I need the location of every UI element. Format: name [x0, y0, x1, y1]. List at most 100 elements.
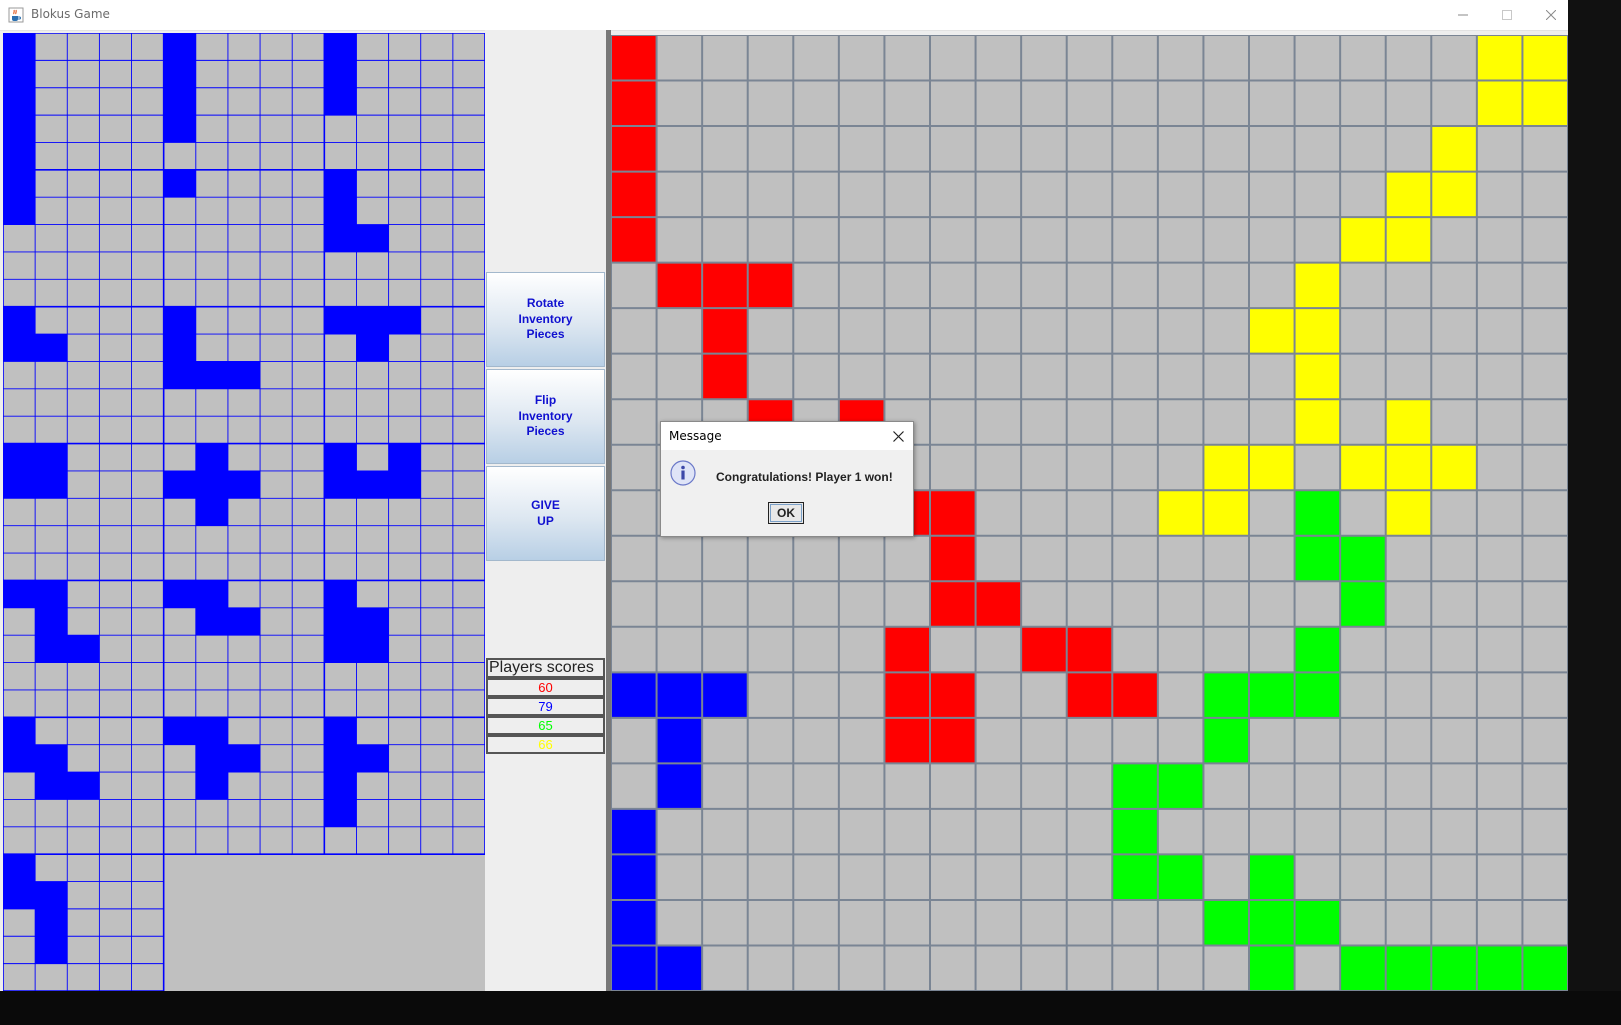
board-cell-yellow[interactable] — [1203, 444, 1249, 491]
board-cell-red[interactable] — [975, 581, 1022, 627]
inventory-cell[interactable] — [356, 607, 389, 636]
inventory-cell[interactable] — [324, 33, 357, 61]
inventory-cell[interactable] — [324, 443, 357, 471]
board-cell-yellow[interactable] — [1294, 262, 1341, 309]
inventory-cell[interactable] — [3, 306, 36, 335]
board-cell-red[interactable] — [930, 535, 976, 582]
inventory-cell[interactable] — [227, 607, 261, 636]
inventory-cell[interactable] — [356, 306, 389, 335]
board-cell-yellow[interactable] — [1476, 80, 1523, 127]
inventory-cell[interactable] — [3, 443, 36, 471]
board-cell-red[interactable] — [884, 717, 930, 764]
board-cell-green[interactable] — [1203, 899, 1249, 946]
board-cell-yellow[interactable] — [1294, 308, 1341, 354]
board-cell-green[interactable] — [1340, 535, 1386, 582]
inventory-cell[interactable] — [3, 717, 36, 745]
inventory-cell[interactable] — [356, 635, 389, 663]
inventory-cell[interactable] — [195, 772, 228, 800]
inventory-cell[interactable] — [35, 744, 68, 773]
board-cell-red[interactable] — [930, 581, 976, 627]
board-cell-yellow[interactable] — [1385, 171, 1432, 218]
inventory-cell[interactable] — [388, 443, 421, 471]
inventory-cell[interactable] — [3, 854, 36, 882]
inventory-cell[interactable] — [324, 197, 357, 225]
board-cell-blue[interactable] — [656, 717, 703, 764]
inventory-cell[interactable] — [35, 908, 68, 937]
inventory-cell[interactable] — [3, 142, 36, 170]
inventory-cell[interactable] — [324, 607, 357, 636]
board-cell-red[interactable] — [884, 626, 930, 673]
board-cell-yellow[interactable] — [1294, 353, 1341, 400]
board-cell-green[interactable] — [1249, 854, 1295, 900]
inventory-cell[interactable] — [324, 169, 357, 198]
board-cell-blue[interactable] — [611, 899, 657, 946]
give-up-button[interactable]: GIVE UP — [486, 466, 605, 561]
inventory-cell[interactable] — [195, 607, 228, 636]
board-cell-red[interactable] — [611, 217, 657, 263]
board-cell-green[interactable] — [1294, 899, 1341, 946]
board-cell-green[interactable] — [1294, 535, 1341, 582]
inventory-cell[interactable] — [3, 881, 36, 909]
dialog-close-button[interactable] — [887, 425, 909, 447]
inventory-cell[interactable] — [195, 470, 228, 499]
inventory-cell[interactable] — [324, 306, 357, 335]
board-cell-green[interactable] — [1522, 945, 1568, 991]
inventory-cell[interactable] — [356, 224, 389, 252]
board-cell-red[interactable] — [1112, 672, 1158, 718]
board-cell-red[interactable] — [1066, 672, 1113, 718]
maximize-button[interactable] — [1485, 0, 1529, 30]
board-cell-yellow[interactable] — [1203, 490, 1249, 536]
board-cell-yellow[interactable] — [1249, 444, 1295, 491]
board-cell-green[interactable] — [1203, 717, 1249, 764]
board-cell-blue[interactable] — [611, 672, 657, 718]
inventory-cell[interactable] — [356, 334, 389, 362]
board-cell-red[interactable] — [702, 353, 748, 400]
ok-button[interactable]: OK — [768, 502, 804, 524]
board-cell-blue[interactable] — [611, 945, 657, 991]
inventory-cell[interactable] — [3, 87, 36, 116]
board-cell-green[interactable] — [1476, 945, 1523, 991]
inventory-cell[interactable] — [388, 306, 421, 335]
inventory-cell[interactable] — [324, 470, 357, 499]
board-cell-red[interactable] — [611, 35, 657, 81]
board-cell-yellow[interactable] — [1522, 80, 1568, 127]
title-bar[interactable]: Blokus Game — [0, 0, 1568, 31]
board-cell-yellow[interactable] — [1340, 444, 1386, 491]
inventory-cell[interactable] — [163, 470, 196, 499]
inventory-cell[interactable] — [163, 334, 196, 362]
inventory-cell[interactable] — [324, 717, 357, 745]
close-window-button[interactable] — [1529, 0, 1573, 30]
board-cell-red[interactable] — [1066, 626, 1113, 673]
inventory-cell[interactable] — [3, 169, 36, 198]
inventory-cell[interactable] — [163, 33, 196, 61]
inventory-cell[interactable] — [195, 717, 228, 745]
inventory-cell[interactable] — [35, 334, 68, 362]
board-cell-green[interactable] — [1157, 854, 1204, 900]
inventory-cell[interactable] — [324, 744, 357, 773]
inventory-cell[interactable] — [67, 772, 100, 800]
board-cell-red[interactable] — [930, 490, 976, 536]
board-cell-yellow[interactable] — [1476, 35, 1523, 81]
inventory-cell[interactable] — [163, 87, 196, 116]
board-cell-yellow[interactable] — [1157, 490, 1204, 536]
board-cell-green[interactable] — [1249, 945, 1295, 991]
board-cell-red[interactable] — [611, 80, 657, 127]
inventory-cell[interactable] — [3, 197, 36, 225]
board-cell-red[interactable] — [611, 126, 657, 172]
board-cell-yellow[interactable] — [1385, 490, 1432, 536]
rotate-pieces-button[interactable]: Rotate Inventory Pieces — [486, 272, 605, 367]
board-cell-green[interactable] — [1340, 945, 1386, 991]
inventory-cell[interactable] — [35, 936, 68, 964]
board-cell-yellow[interactable] — [1522, 35, 1568, 81]
inventory-cell[interactable] — [227, 361, 261, 389]
inventory-cell[interactable] — [324, 635, 357, 663]
inventory-cell[interactable] — [195, 744, 228, 773]
board-cell-red[interactable] — [1021, 626, 1067, 673]
board-cell-red[interactable] — [930, 672, 976, 718]
board-cell-yellow[interactable] — [1340, 217, 1386, 263]
board-cell-red[interactable] — [884, 672, 930, 718]
inventory-cell[interactable] — [324, 87, 357, 116]
board-cell-green[interactable] — [1157, 763, 1204, 809]
board-cell-blue[interactable] — [656, 672, 703, 718]
inventory-grid[interactable] — [3, 33, 485, 991]
